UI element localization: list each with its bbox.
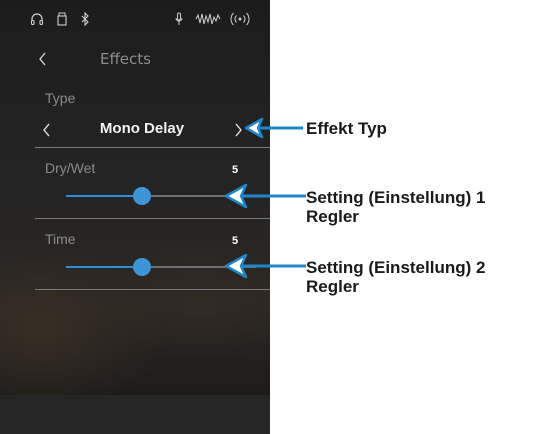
audio-wave-icon bbox=[195, 12, 221, 28]
type-next-button[interactable] bbox=[231, 121, 245, 139]
type-value: Mono Delay bbox=[99, 120, 185, 137]
dry-wet-value: 5 bbox=[232, 164, 239, 176]
chevron-left-icon bbox=[39, 52, 46, 66]
headphones-icon bbox=[30, 12, 44, 28]
time-slider[interactable] bbox=[66, 258, 256, 276]
dry-wet-slider-fill bbox=[66, 195, 142, 197]
callout-setting-2: Setting (Einstellung) 2 Regler bbox=[306, 258, 486, 296]
wireless-icon bbox=[230, 12, 250, 28]
bottom-bar bbox=[0, 395, 270, 434]
callout-setting-1: Setting (Einstellung) 1 Regler bbox=[306, 188, 486, 226]
microphone-icon bbox=[174, 12, 184, 28]
divider bbox=[35, 218, 270, 219]
time-slider-knob[interactable] bbox=[133, 258, 151, 276]
back-button[interactable] bbox=[36, 49, 50, 69]
dry-wet-slider[interactable] bbox=[66, 187, 256, 205]
page-title: Effects bbox=[100, 50, 151, 68]
divider bbox=[35, 289, 270, 290]
bluetooth-icon bbox=[80, 12, 90, 28]
usb-icon bbox=[57, 12, 67, 28]
dry-wet-label: Dry/Wet bbox=[45, 160, 96, 176]
piano-app-screen: Effects Type Mono Delay Dry/Wet 5 Time 5 bbox=[0, 0, 270, 434]
type-label: Type bbox=[45, 90, 76, 106]
divider bbox=[35, 147, 270, 148]
type-prev-button[interactable] bbox=[40, 121, 54, 139]
callout-effect-type: Effekt Typ bbox=[306, 119, 387, 138]
time-value: 5 bbox=[232, 235, 239, 247]
time-label: Time bbox=[45, 231, 76, 247]
time-slider-fill bbox=[66, 266, 142, 268]
chevron-right-icon bbox=[235, 123, 242, 137]
chevron-left-icon bbox=[43, 123, 50, 137]
dry-wet-slider-knob[interactable] bbox=[133, 187, 151, 205]
